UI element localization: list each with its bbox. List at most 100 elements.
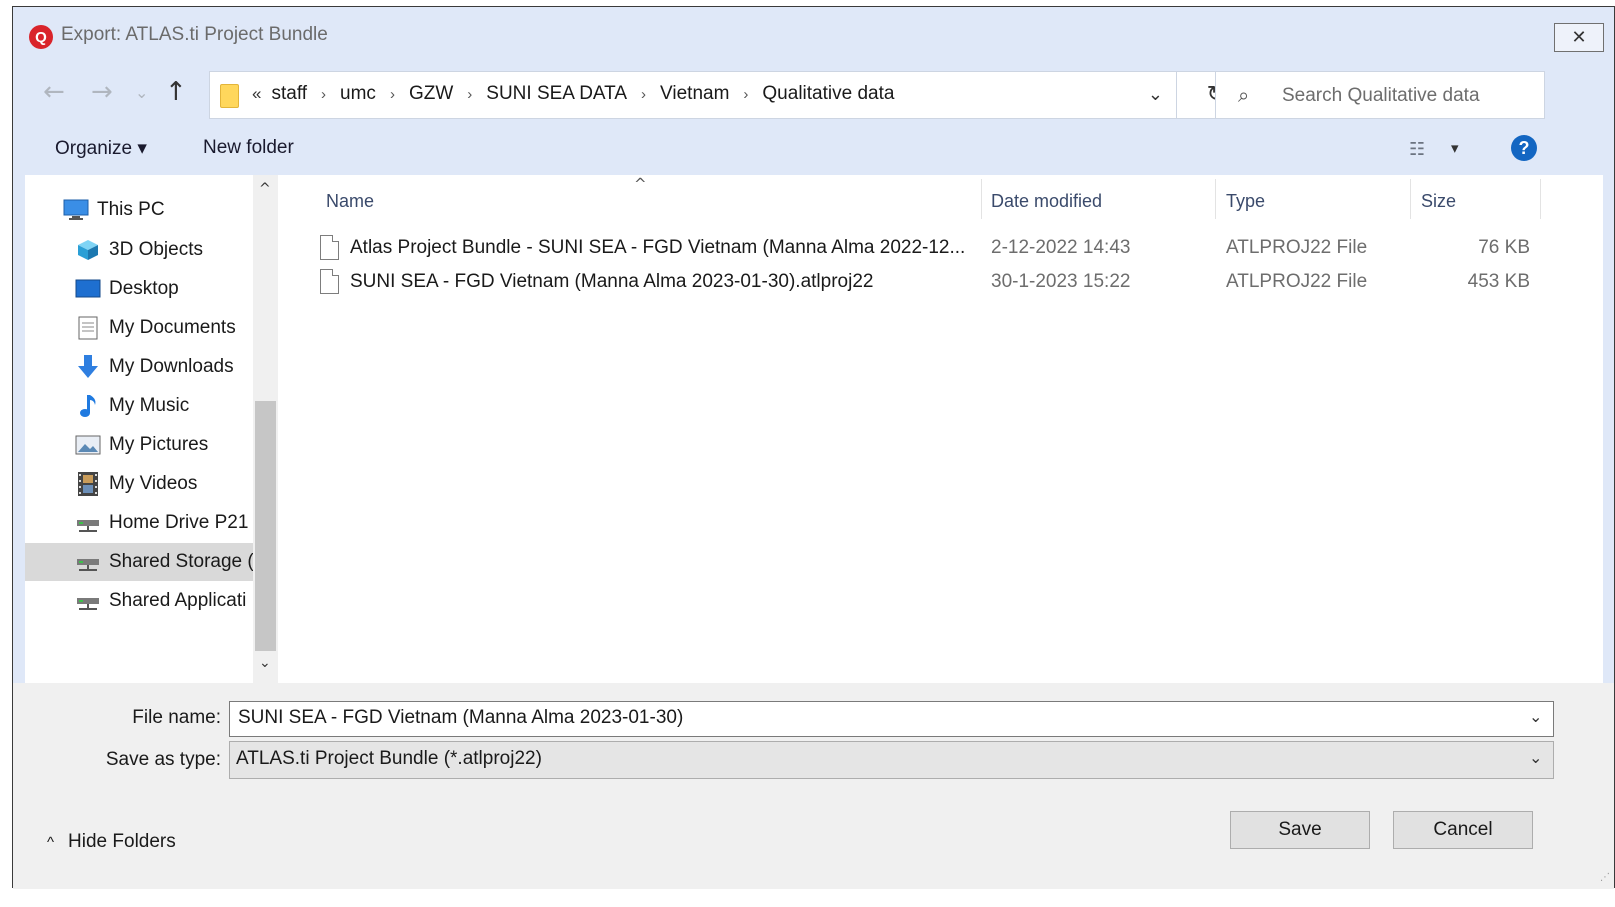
sidebar-item-my-pictures[interactable]: My Pictures [25, 426, 253, 464]
export-dialog: Q Export: ATLAS.ti Project Bundle ✕ ← → … [12, 6, 1615, 889]
sidebar-item-label: Shared Applicati [109, 590, 247, 611]
network-drive-icon [75, 549, 101, 575]
recent-locations-icon[interactable]: ⌄ [135, 83, 148, 102]
search-input[interactable]: ⌕ Search Qualitative data [1215, 71, 1545, 119]
scrollbar-thumb[interactable] [255, 401, 276, 651]
chevron-right-icon[interactable]: › [743, 86, 748, 103]
chevron-right-icon[interactable]: › [467, 86, 472, 103]
sidebar-item-label: Shared Storage ( [109, 551, 253, 572]
breadcrumb-vietnam[interactable]: Vietnam [660, 83, 729, 105]
file-row[interactable]: Atlas Project Bundle - SUNI SEA - FGD Vi… [278, 231, 1538, 265]
chevron-right-icon[interactable]: › [321, 86, 326, 103]
window-title: Export: ATLAS.ti Project Bundle [61, 24, 328, 45]
breadcrumb-suni-sea-data[interactable]: SUNI SEA DATA [486, 83, 627, 105]
sidebar-item-shared-applications[interactable]: Shared Applicati [25, 582, 253, 620]
save-as-type-label: Save as type: [105, 749, 221, 770]
save-options-panel: File name: SUNI SEA - FGD Vietnam (Manna… [13, 683, 1614, 889]
forward-arrow-icon[interactable]: → [91, 77, 113, 107]
chevron-right-icon[interactable]: › [641, 86, 646, 103]
file-type: ATLPROJ22 File [1226, 237, 1368, 258]
cancel-button[interactable]: Cancel [1393, 811, 1533, 849]
column-header-type[interactable]: Type [1226, 191, 1265, 212]
title-bar: Q Export: ATLAS.ti Project Bundle ✕ [13, 7, 1614, 63]
command-toolbar: Organize ▾ New folder ☷ ▾ ? [13, 123, 1614, 175]
videos-icon [75, 471, 101, 497]
column-divider[interactable] [1215, 179, 1216, 219]
organize-button[interactable]: Organize ▾ [55, 137, 147, 160]
search-placeholder: Search Qualitative data [1282, 85, 1480, 106]
search-icon: ⌕ [1238, 83, 1250, 107]
new-folder-button[interactable]: New folder [203, 137, 294, 159]
column-divider[interactable] [1540, 179, 1541, 219]
back-arrow-icon[interactable]: ← [43, 77, 65, 107]
downloads-icon [75, 354, 101, 380]
sidebar-item-my-downloads[interactable]: My Downloads [25, 348, 253, 386]
divider [1176, 72, 1177, 118]
sidebar-item-desktop[interactable]: Desktop [25, 270, 253, 308]
file-row[interactable]: SUNI SEA - FGD Vietnam (Manna Alma 2023-… [278, 265, 1538, 299]
breadcrumb-overflow-icon[interactable]: « [252, 84, 261, 104]
sort-ascending-icon: ^ [634, 175, 647, 193]
sidebar-item-3d-objects[interactable]: 3D Objects [25, 231, 253, 269]
navigation-pane: This PC 3D Objects Desktop My Documents … [25, 175, 278, 683]
help-icon[interactable]: ? [1511, 135, 1537, 161]
sidebar-item-shared-storage[interactable]: Shared Storage ( [25, 543, 253, 581]
file-name: SUNI SEA - FGD Vietnam (Manna Alma 2023-… [350, 271, 874, 292]
sidebar-item-my-music[interactable]: My Music [25, 387, 253, 425]
scroll-up-icon[interactable]: ^ [259, 181, 271, 197]
breadcrumb-umc[interactable]: umc [340, 83, 376, 105]
sidebar-item-label: My Music [109, 395, 190, 416]
file-name-input[interactable]: SUNI SEA - FGD Vietnam (Manna Alma 2023-… [229, 701, 1554, 737]
file-icon [320, 269, 339, 294]
column-divider[interactable] [1410, 179, 1411, 219]
file-name-label: File name: [132, 707, 221, 728]
column-header-name[interactable]: Name [326, 191, 374, 212]
save-as-type-select[interactable]: ATLAS.ti Project Bundle (*.atlproj22) [229, 741, 1554, 779]
network-drive-icon [75, 588, 101, 614]
save-button[interactable]: Save [1230, 811, 1370, 849]
file-icon [320, 235, 339, 260]
chevron-down-icon[interactable]: ⌄ [1148, 84, 1163, 105]
scroll-down-icon[interactable]: ⌄ [259, 655, 271, 671]
close-button[interactable]: ✕ [1554, 23, 1604, 52]
folder-icon [220, 84, 239, 108]
resize-grip-icon[interactable]: ⋰ [1600, 872, 1610, 883]
file-type: ATLPROJ22 File [1226, 271, 1368, 292]
file-size: 453 KB [1467, 271, 1530, 292]
hide-folders-button[interactable]: ^ Hide Folders [47, 831, 176, 853]
address-bar[interactable]: « staff › umc › GZW › SUNI SEA DATA › Vi… [209, 71, 1246, 119]
chevron-down-icon[interactable]: ▾ [1451, 139, 1459, 157]
navigation-bar: ← → ⌄ ↑ « staff › umc › GZW › SUNI SEA D… [13, 63, 1614, 123]
sidebar-item-label: Desktop [109, 278, 179, 299]
sidebar-item-my-documents[interactable]: My Documents [25, 309, 253, 347]
view-options-icon[interactable]: ☷ [1409, 139, 1425, 160]
column-header-size[interactable]: Size [1421, 191, 1456, 212]
column-divider[interactable] [981, 179, 982, 219]
sidebar-item-label: 3D Objects [109, 239, 203, 260]
music-icon [75, 393, 101, 419]
sidebar-item-label: My Pictures [109, 434, 209, 455]
this-pc-icon [63, 197, 89, 223]
breadcrumb-gzw[interactable]: GZW [409, 83, 453, 105]
chevron-right-icon[interactable]: › [390, 86, 395, 103]
file-name: Atlas Project Bundle - SUNI SEA - FGD Vi… [350, 237, 966, 258]
file-date-modified: 30-1-2023 15:22 [991, 271, 1131, 292]
breadcrumb-staff[interactable]: staff [271, 83, 307, 105]
sidebar-item-this-pc[interactable]: This PC [25, 191, 253, 229]
atlas-app-icon: Q [29, 25, 53, 49]
breadcrumb-qualitative-data[interactable]: Qualitative data [762, 83, 894, 105]
file-size: 76 KB [1478, 237, 1530, 258]
sidebar-item-label: My Downloads [109, 356, 234, 377]
file-date-modified: 2-12-2022 14:43 [991, 237, 1131, 258]
column-header-date-modified[interactable]: Date modified [991, 191, 1102, 212]
sidebar-item-label: Home Drive P21 [109, 512, 249, 533]
chevron-down-icon[interactable]: ⌄ [1529, 707, 1542, 726]
file-list: ^ Name Date modified Type Size Atlas Pro… [278, 175, 1603, 683]
sidebar-item-label: My Videos [109, 473, 198, 494]
sidebar-item-my-videos[interactable]: My Videos [25, 465, 253, 503]
3d-objects-icon [75, 237, 101, 263]
navigation-scrollbar[interactable]: ^ ⌄ [253, 175, 278, 683]
up-arrow-icon[interactable]: ↑ [165, 77, 187, 107]
chevron-down-icon[interactable]: ⌄ [1529, 748, 1542, 767]
sidebar-item-home-drive[interactable]: Home Drive P21 [25, 504, 253, 542]
